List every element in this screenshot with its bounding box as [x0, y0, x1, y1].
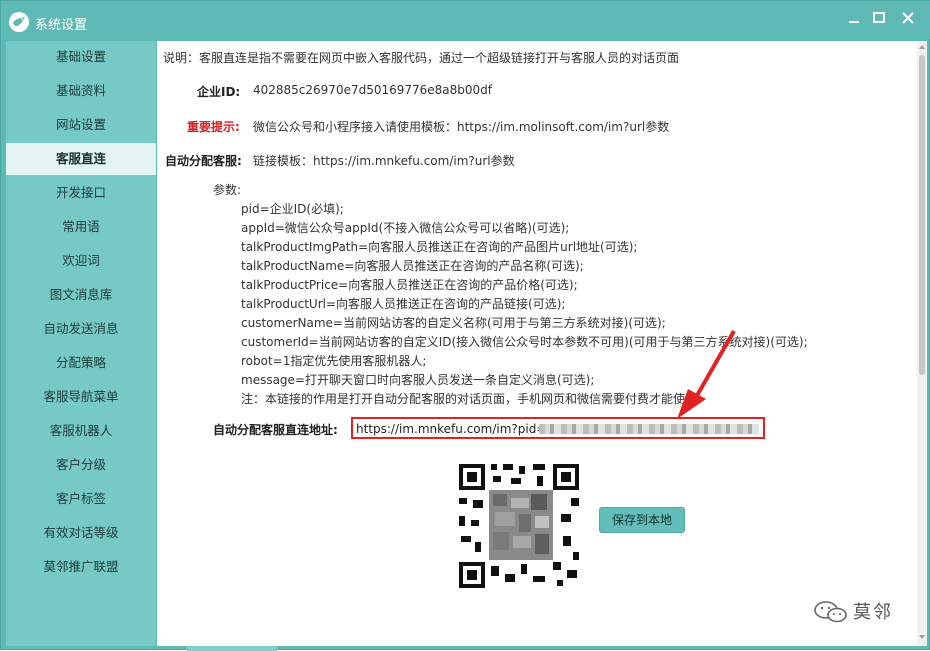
scroll-thumb[interactable]	[919, 55, 925, 375]
window-title: 系统设置	[35, 18, 88, 33]
watermark-text: 莫邻	[853, 602, 893, 623]
sidebar-item-website-settings[interactable]: 网站设置	[6, 109, 156, 141]
minimize-button[interactable]	[843, 9, 865, 27]
description-text: 说明：客服直连是指不需要在网页中嵌入客服代码，通过一个超级链接打开与客服人员的对…	[163, 51, 680, 65]
sidebar-nav: 基础设置 基础资料 网站设置 客服直连 开发接口 常用语 欢迎词 图文消息库 自…	[6, 41, 156, 646]
sidebar-item-basic-data[interactable]: 基础资料	[6, 75, 156, 107]
direct-url-label: 自动分配客服直连地址:	[213, 423, 338, 437]
sidebar-item-welcome[interactable]: 欢迎词	[6, 245, 156, 277]
bottom-strip	[187, 646, 277, 651]
sidebar-item-dialog-level[interactable]: 有效对话等级	[6, 517, 156, 549]
sidebar-item-auto-message[interactable]: 自动发送消息	[6, 313, 156, 345]
qr-code	[449, 456, 589, 596]
blurred-pid	[539, 424, 759, 434]
scroll-down-icon[interactable]	[918, 633, 926, 641]
minimize-icon	[849, 21, 859, 23]
bird-logo-icon	[9, 12, 29, 32]
vertical-scrollbar[interactable]	[917, 41, 927, 646]
sidebar-item-customer-level[interactable]: 客户分级	[6, 449, 156, 481]
company-id-value[interactable]: 402885c26970e7d50169776e8a8b00df	[253, 83, 492, 97]
param-line: customerId=当前网站访客的自定义ID(接入微信公众号时本参数不可用)(…	[241, 335, 808, 349]
sidebar-item-basic-settings[interactable]: 基础设置	[6, 41, 156, 73]
settings-window: 系统设置 基础设置 基础资料 网站设置 客服直连 开发接口 常用语 欢迎词 图文…	[0, 0, 930, 651]
direct-url-value: https://im.mnkefu.com/im?pid=	[356, 422, 547, 436]
param-line: appId=微信公众号appId(不接入微信公众号可以省略)(可选);	[241, 221, 570, 235]
sidebar-item-media-library[interactable]: 图文消息库	[6, 279, 156, 311]
param-line: talkProductName=向客服人员推送正在咨询的产品名称(可选);	[241, 259, 584, 273]
sidebar-item-direct-service[interactable]: 客服直连	[6, 143, 156, 175]
param-line: customerName=当前网站访客的自定义名称(可用于与第三方系统对接)(可…	[241, 316, 666, 330]
params-label: 参数:	[213, 183, 242, 197]
sidebar-item-dev-api[interactable]: 开发接口	[6, 177, 156, 209]
param-line: talkProductUrl=向客服人员推送正在咨询的产品链接(可选);	[241, 297, 566, 311]
param-line: robot=1指定优先使用客服机器人;	[241, 354, 427, 368]
qr-code-icon	[449, 456, 589, 596]
company-id-label: 企业ID:	[197, 85, 241, 99]
direct-url-field[interactable]: https://im.mnkefu.com/im?pid=	[351, 417, 765, 439]
param-line: talkProductImgPath=向客服人员推送正在咨询的产品图片url地址…	[241, 240, 638, 254]
close-button[interactable]	[897, 9, 919, 27]
maximize-button[interactable]	[868, 9, 890, 27]
param-line: talkProductPrice=向客服人员推送正在咨询的产品价格(可选);	[241, 278, 578, 292]
sidebar-item-assign-strategy[interactable]: 分配策略	[6, 347, 156, 379]
param-line: pid=企业ID(必填);	[241, 202, 344, 216]
sidebar-item-phrases[interactable]: 常用语	[6, 211, 156, 243]
scroll-up-icon[interactable]	[918, 43, 926, 51]
important-label: 重要提示:	[187, 120, 240, 134]
content-panel: 说明：客服直连是指不需要在网页中嵌入客服代码，通过一个超级链接打开与客服人员的对…	[157, 41, 917, 646]
sidebar-item-service-robot[interactable]: 客服机器人	[6, 415, 156, 447]
close-icon	[902, 12, 914, 24]
title-bar[interactable]: 系统设置	[1, 1, 930, 39]
sidebar-item-customer-tags[interactable]: 客户标签	[6, 483, 156, 515]
auto-assign-value[interactable]: 链接模板：https://im.mnkefu.com/im?url参数	[253, 152, 515, 169]
sidebar-item-affiliate[interactable]: 莫邻推广联盟	[6, 551, 156, 583]
param-line: message=打开聊天窗口时向客服人员发送一条自定义消息(可选);	[241, 373, 595, 387]
auto-assign-label: 自动分配客服:	[165, 154, 242, 168]
maximize-icon	[873, 12, 885, 23]
sidebar-item-service-menu[interactable]: 客服导航菜单	[6, 381, 156, 413]
note-line: 注：本链接的作用是打开自动分配客服的对话页面，手机网页和微信需要付费才能使用	[241, 392, 698, 406]
wechat-icon	[814, 601, 847, 623]
important-value[interactable]: 微信公众号和小程序接入请使用模板：https://im.molinsoft.co…	[253, 118, 669, 135]
save-to-local-button[interactable]: 保存到本地	[599, 507, 685, 533]
